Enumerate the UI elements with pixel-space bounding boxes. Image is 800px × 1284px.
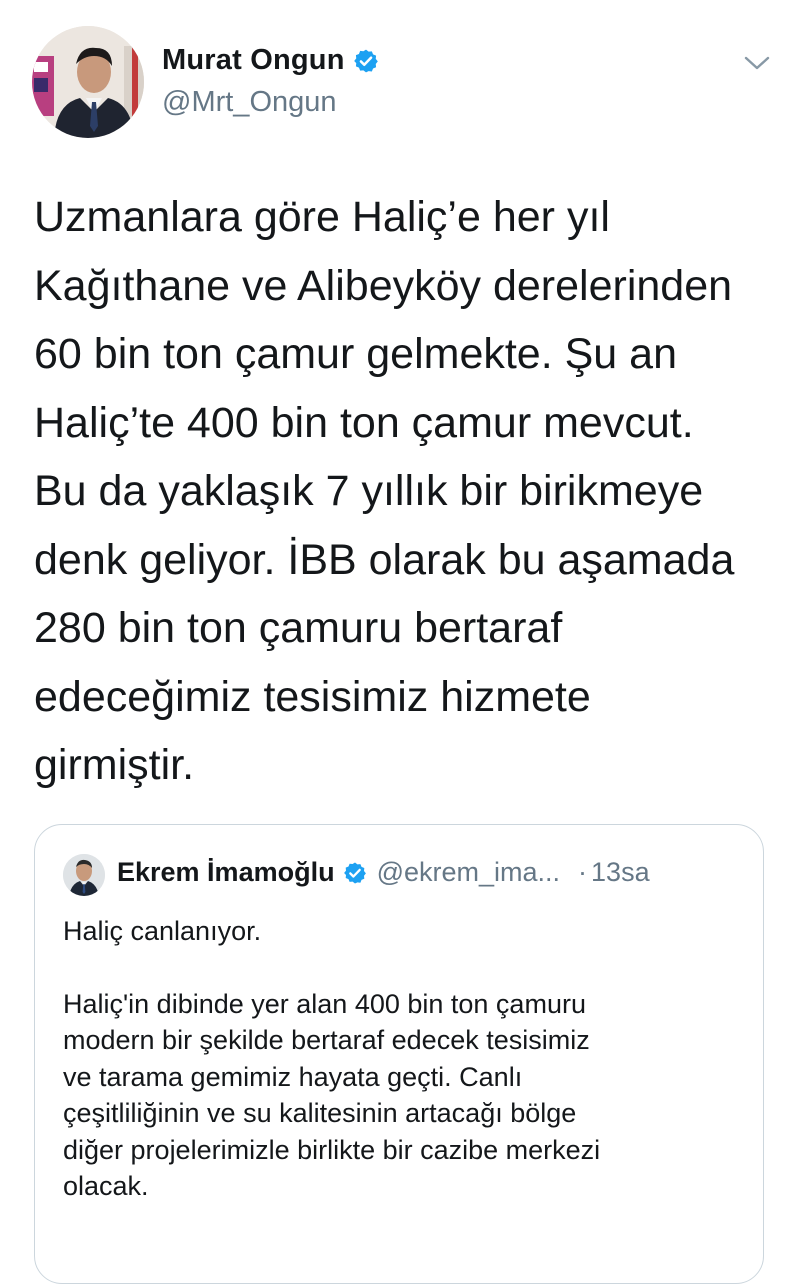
- quoted-tweet-card[interactable]: Ekrem İmamoğlu @ekrem_ima... · 13sa Hali…: [34, 824, 764, 1284]
- quoted-author-handle[interactable]: @ekrem_ima...: [377, 857, 560, 888]
- verified-badge-icon: [353, 49, 378, 72]
- tweet-container: Murat Ongun @Mrt_Ongun Uzmanlara göre Ha…: [0, 0, 800, 1284]
- quoted-author-avatar[interactable]: [63, 854, 105, 896]
- author-name[interactable]: Murat Ongun: [162, 44, 345, 77]
- quoted-header: Ekrem İmamoğlu @ekrem_ima... · 13sa: [117, 857, 650, 888]
- avatar-photo: [32, 26, 144, 138]
- quoted-avatar-photo: [63, 854, 105, 896]
- verified-badge-icon: [343, 862, 366, 883]
- author-avatar[interactable]: [32, 26, 144, 138]
- quoted-text-paragraph: Haliç'in dibinde yer alan 400 bin ton ça…: [63, 988, 601, 1202]
- quoted-timestamp[interactable]: 13sa: [591, 857, 650, 888]
- chevron-down-icon[interactable]: [742, 52, 772, 74]
- separator-dot: ·: [578, 857, 588, 887]
- tweet-text: Uzmanlara göre Haliç’e her yıl Kağıthane…: [34, 193, 735, 789]
- author-name-row: Murat Ongun: [162, 44, 379, 77]
- author-handle[interactable]: @Mrt_Ongun: [162, 86, 337, 119]
- quoted-tweet-text: Haliç canlanıyor. Haliç'in dibinde yer al…: [63, 913, 743, 1205]
- quoted-text-paragraph: Haliç canlanıyor.: [63, 916, 262, 946]
- quoted-author-name[interactable]: Ekrem İmamoğlu: [117, 857, 335, 888]
